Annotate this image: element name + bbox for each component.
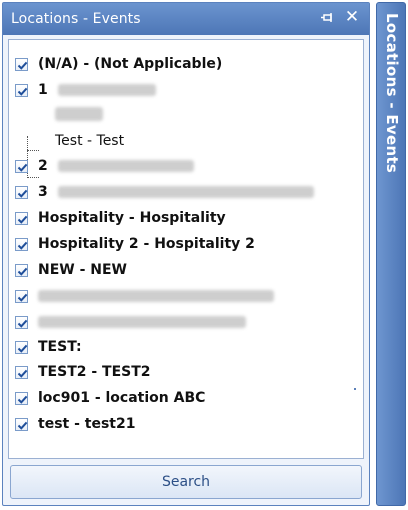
list-item-label: Hospitality 2 - Hospitality 2 (38, 236, 255, 252)
list-item[interactable] (9, 286, 274, 306)
stray-dot (354, 388, 356, 390)
list-item[interactable]: TEST2 - TEST2 (9, 362, 151, 382)
locations-list: (N/A) - (Not Applicable) 1 Test - Test 2… (8, 39, 364, 459)
checkbox-checked[interactable] (15, 211, 28, 225)
list-item-label: (N/A) - (Not Applicable) (38, 56, 223, 72)
list-item-label: test - test21 (38, 416, 136, 432)
list-item[interactable]: Hospitality - Hospitality (9, 208, 226, 228)
pin-icon[interactable] (319, 10, 335, 26)
checkbox-checked[interactable] (15, 185, 28, 199)
checkbox-checked[interactable] (15, 57, 28, 71)
checkbox-checked[interactable] (15, 237, 28, 251)
list-item[interactable]: 3 (9, 182, 314, 202)
list-item[interactable] (9, 312, 246, 332)
locations-events-panel: Locations - Events ✕ (N/A) - (Not Applic… (2, 2, 370, 506)
checkbox-checked[interactable] (15, 159, 28, 173)
list-item-child[interactable]: Test - Test (55, 131, 124, 151)
checkbox-checked[interactable] (15, 417, 28, 431)
list-item-label: 3 (38, 184, 48, 200)
list-item-label: TEST2 - TEST2 (38, 364, 151, 380)
list-item[interactable]: 2 (9, 156, 194, 176)
checkbox-checked[interactable] (15, 263, 28, 277)
list-item-label: loc901 - location ABC (38, 390, 206, 406)
panel-title: Locations - Events (11, 11, 141, 27)
search-button[interactable]: Search (10, 465, 362, 499)
tree-connector (27, 177, 39, 178)
list-item-label: TEST: (38, 339, 82, 355)
checkbox-checked[interactable] (15, 365, 28, 379)
panel-titlebar: Locations - Events ✕ (3, 3, 369, 35)
list-item[interactable]: NEW - NEW (9, 260, 127, 280)
checkbox-checked[interactable] (15, 391, 28, 405)
redacted-text (57, 160, 194, 172)
list-item-label: NEW - NEW (38, 262, 128, 278)
list-item-label: 2 (38, 158, 48, 174)
close-icon[interactable]: ✕ (343, 8, 361, 26)
side-tab-locations-events[interactable]: Locations - Events (376, 2, 406, 506)
checkbox-checked[interactable] (15, 289, 28, 303)
checkbox-checked[interactable] (15, 83, 28, 97)
list-item[interactable]: TEST: (9, 337, 82, 357)
list-item[interactable]: test - test21 (9, 414, 135, 434)
redacted-text (38, 316, 246, 328)
checkbox-checked[interactable] (15, 340, 28, 354)
redacted-text (57, 186, 314, 198)
list-item-label: 1 (38, 82, 48, 98)
list-item[interactable]: Hospitality 2 - Hospitality 2 (9, 234, 255, 254)
side-tab-label: Locations - Events (383, 13, 401, 174)
app-frame: Locations - Events ✕ (N/A) - (Not Applic… (0, 0, 408, 510)
tree-connector (27, 150, 39, 151)
list-item-label: Test - Test (55, 133, 125, 149)
list-item-label: Hospitality - Hospitality (38, 210, 226, 226)
checkbox-checked[interactable] (15, 315, 28, 329)
list-item[interactable]: 1 (9, 80, 156, 100)
list-item[interactable]: (N/A) - (Not Applicable) (9, 54, 222, 74)
redacted-text (57, 84, 156, 96)
list-item[interactable]: loc901 - location ABC (9, 388, 205, 408)
redacted-text (38, 290, 274, 302)
redacted-text (55, 107, 103, 121)
list-item-child[interactable] (55, 104, 103, 124)
